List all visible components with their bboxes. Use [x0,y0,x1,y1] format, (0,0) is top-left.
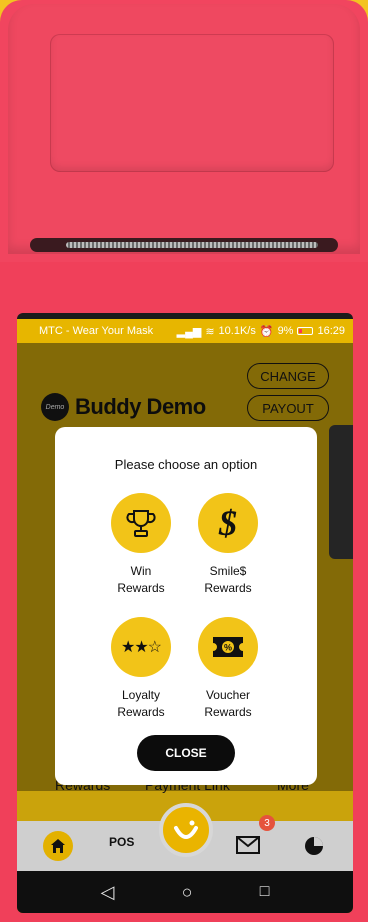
voucher-icon-circle: % [198,617,258,677]
option-line1: Smile$ [209,564,247,578]
home-tab[interactable] [43,831,73,861]
mail-badge: 3 [259,815,275,831]
trophy-icon-circle [111,493,171,553]
recents-icon[interactable]: □ [260,883,270,901]
option-label: Smile$ Rewards [178,563,278,597]
option-line2: Rewards [204,705,252,719]
option-line2: Rewards [204,581,252,595]
option-loyalty-rewards[interactable]: ★★☆ Loyalty Rewards [91,617,191,721]
option-label: Win Rewards [91,563,191,597]
option-line1: Voucher [205,688,251,702]
wifi-icon: ≋ [205,325,215,338]
battery-pct: 9% [277,325,294,337]
paper-slot [30,238,338,252]
option-smile-rewards[interactable]: $ Smile$ Rewards [178,493,278,597]
stars-icon-circle: ★★☆ [111,617,171,677]
back-icon[interactable]: ◁ [101,882,115,903]
option-label: Voucher Rewards [178,687,278,721]
android-nav-bar: ◁ ○ □ [17,871,353,913]
smile-icon [174,820,198,839]
clock: 16:29 [317,325,345,337]
close-button[interactable]: CLOSE [137,735,235,771]
pie-chart-icon [305,837,323,855]
home-icon [51,839,65,853]
option-dialog: Please choose an option Win Rewards $ Sm… [55,427,317,785]
alarm-icon: ⏰ [259,325,274,338]
option-line2: Rewards [117,705,165,719]
option-line2: Rewards [117,581,165,595]
net-speed: 10.1K/s [218,325,256,337]
trophy-icon [126,510,156,537]
stars-icon: ★★☆ [120,639,162,656]
smile-button[interactable] [159,803,213,857]
svg-text:%: % [224,643,232,653]
messages-tab[interactable] [235,833,261,857]
battery-icon [297,327,314,335]
option-label: Loyalty Rewards [91,687,191,721]
bottom-nav: POS 3 [17,803,353,871]
voucher-icon: % [213,637,243,657]
status-right: ▂▄▆ ≋ 10.1K/s ⏰ 9% 16:29 [177,325,345,338]
printer-lid [50,34,334,172]
option-line1: Win [130,564,152,578]
dollar-icon: $ [219,503,237,543]
reports-tab[interactable] [303,835,325,857]
printer-top [8,4,360,254]
carrier-text: MTC - Wear Your Mask [39,325,154,337]
option-line1: Loyalty [121,688,161,702]
home-circle-icon[interactable]: ○ [182,882,193,903]
status-bar: MTC - Wear Your Mask ▂▄▆ ≋ 10.1K/s ⏰ 9% … [17,319,353,343]
device-screen: MTC - Wear Your Mask ▂▄▆ ≋ 10.1K/s ⏰ 9% … [17,313,353,913]
dialog-title: Please choose an option [114,457,258,472]
signal-icon: ▂▄▆ [176,325,202,338]
option-voucher-rewards[interactable]: % Voucher Rewards [178,617,278,721]
dollar-icon-circle: $ [198,493,258,553]
pos-device: MTC - Wear Your Mask ▂▄▆ ≋ 10.1K/s ⏰ 9% … [0,0,368,922]
option-win-rewards[interactable]: Win Rewards [91,493,191,597]
mail-icon [236,836,260,854]
pos-tab[interactable]: POS [109,835,134,849]
